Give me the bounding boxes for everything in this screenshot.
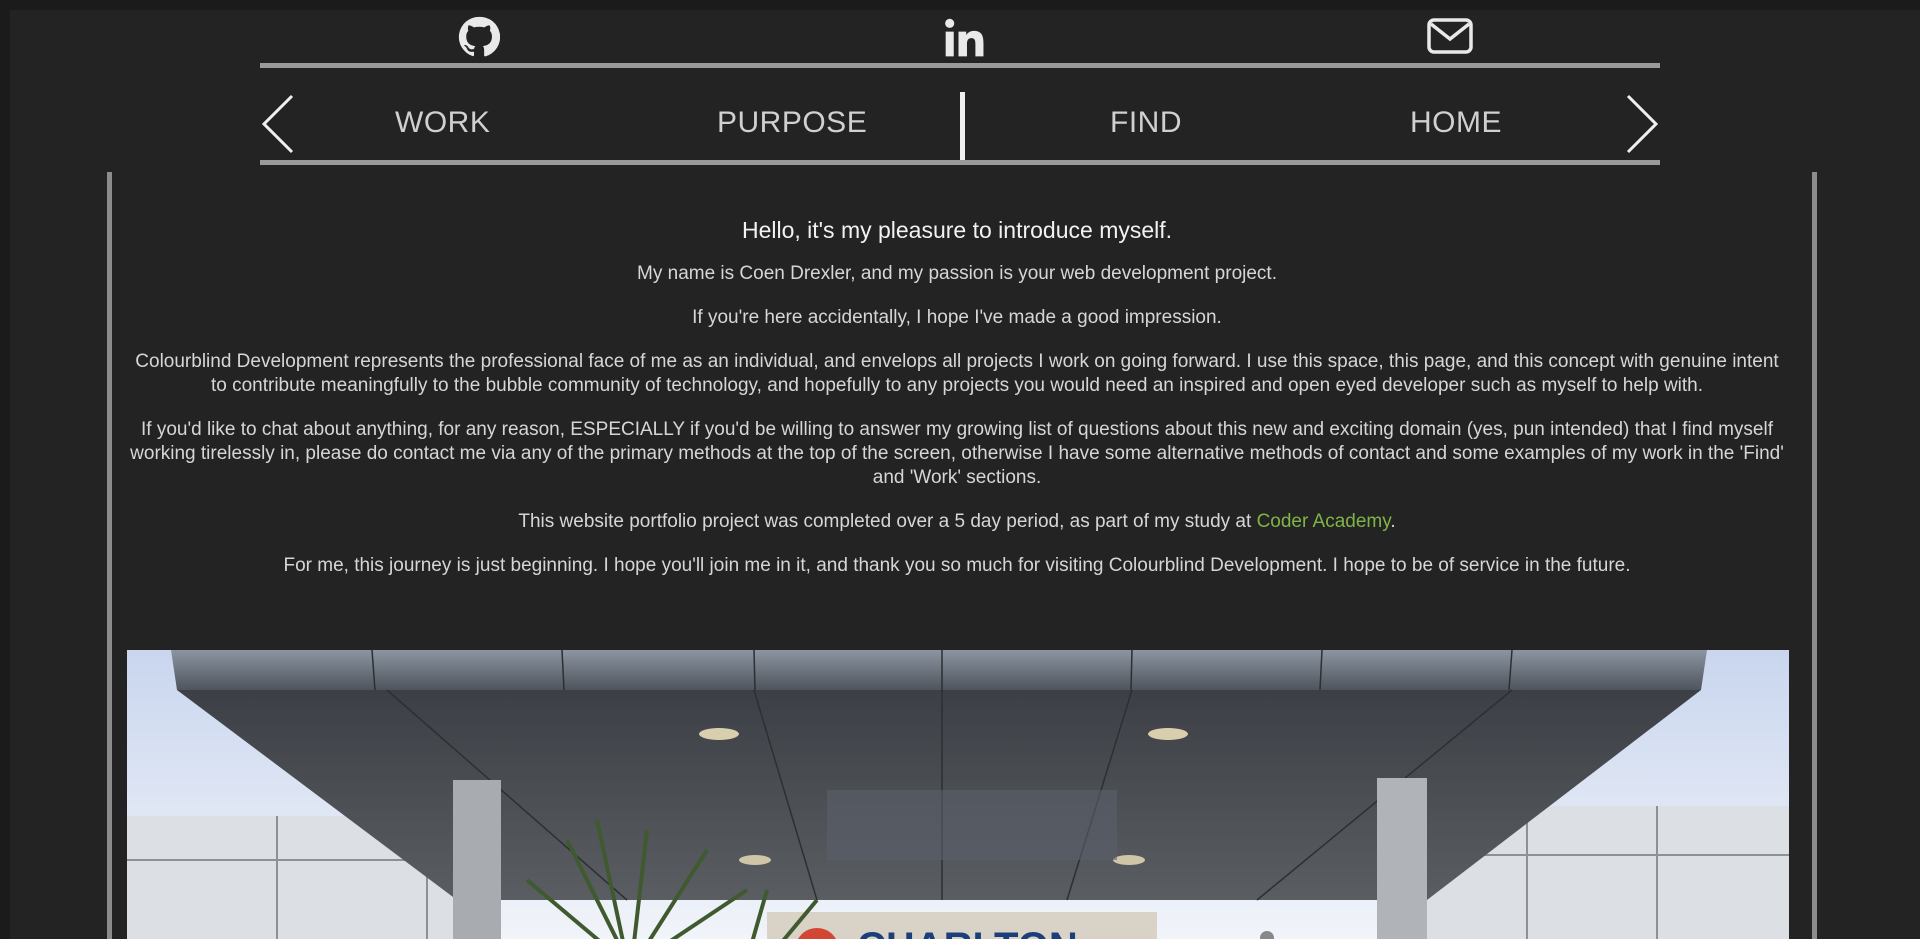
coder-academy-link[interactable]: Coder Academy: [1257, 511, 1391, 532]
paragraph-5-end: .: [1390, 511, 1396, 532]
intro-paragraph-3: Colourblind Development represents the p…: [135, 351, 1779, 396]
nav-find[interactable]: FIND: [1110, 106, 1182, 140]
chevron-right-icon[interactable]: [1620, 92, 1660, 156]
intro-paragraph-5: This website portfolio project was compl…: [127, 510, 1787, 534]
building-photo-art: CHARLTON: [127, 650, 1789, 939]
social-links: [270, 10, 1670, 62]
nav-home[interactable]: HOME: [1410, 106, 1502, 140]
nav-purpose[interactable]: PURPOSE: [717, 106, 867, 140]
about-text: Hello, it's my pleasure to introduce mys…: [127, 217, 1787, 598]
intro-paragraph-1: My name is Coen Drexler, and my passion …: [637, 263, 1277, 284]
intro-heading: Hello, it's my pleasure to introduce mys…: [741, 217, 1173, 243]
intro-paragraph-6: For me, this journey is just beginning. …: [283, 555, 1631, 576]
main-nav: WORK PURPOSE FIND HOME: [260, 70, 1660, 164]
nav-top-rule: [260, 63, 1660, 68]
nav-bottom-rule: [260, 160, 1660, 165]
linkedin-icon[interactable]: [942, 16, 990, 64]
nav-divider: [960, 92, 965, 164]
nav-work[interactable]: WORK: [395, 106, 490, 140]
chevron-left-icon[interactable]: [260, 92, 300, 156]
intro-paragraph-2: If you're here accidentally, I hope I've…: [692, 307, 1222, 328]
envelope-icon[interactable]: [1427, 16, 1475, 64]
paragraph-5-text: This website portfolio project was compl…: [518, 511, 1257, 532]
about-section: Hello, it's my pleasure to introduce mys…: [107, 172, 1817, 939]
intro-paragraph-4: If you'd like to chat about anything, fo…: [130, 419, 1784, 488]
photo-sign-text: CHARLTON: [857, 925, 1078, 939]
building-photo: CHARLTON: [127, 650, 1789, 939]
page-frame: WORK PURPOSE FIND HOME Hello, it's my pl…: [10, 10, 1920, 939]
github-icon[interactable]: [458, 16, 506, 64]
